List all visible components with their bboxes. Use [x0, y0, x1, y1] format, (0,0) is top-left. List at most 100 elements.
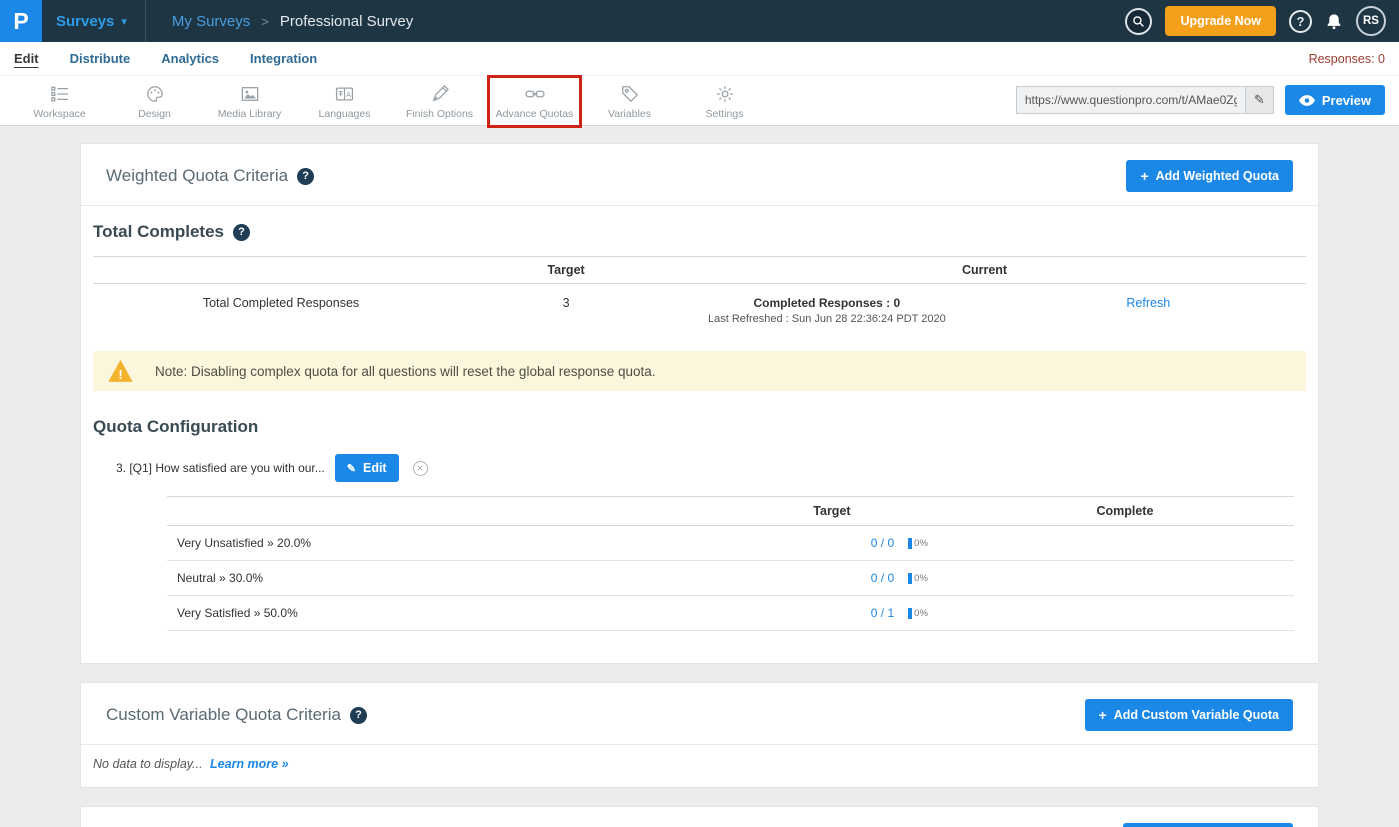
- surveys-product-menu[interactable]: Surveys ▾: [42, 0, 145, 42]
- toolbar-item-media-library[interactable]: Media Library: [202, 84, 297, 120]
- notifications-button[interactable]: [1325, 12, 1343, 31]
- edit-url-button[interactable]: ✎: [1245, 87, 1273, 113]
- help-icon[interactable]: ?: [350, 707, 367, 724]
- refresh-cell: Refresh: [991, 296, 1306, 310]
- refresh-link[interactable]: Refresh: [1126, 296, 1170, 310]
- search-button[interactable]: [1125, 8, 1152, 35]
- survey-url-input[interactable]: [1017, 87, 1245, 113]
- add-advanced-quota-button[interactable]: + Add Advanced Quota: [1123, 823, 1293, 827]
- breadcrumb-current-survey: Professional Survey: [280, 13, 413, 30]
- column-header-target: Target: [469, 263, 663, 277]
- advanced-quota-card: Advanced Quota Control ? + Add Advanced …: [80, 806, 1319, 827]
- workspace-icon: [51, 84, 69, 103]
- total-completes-data-row: Total Completed Responses 3 Completed Re…: [93, 284, 1306, 339]
- custom-variable-quota-header: Custom Variable Quota Criteria ? + Add C…: [81, 683, 1318, 745]
- breadcrumb-separator: >: [261, 14, 269, 29]
- edit-question-quota-button[interactable]: ✎ Edit: [335, 454, 399, 482]
- empty-header-cell: [93, 263, 469, 277]
- quota-target-value: 0 / 1: [871, 606, 894, 620]
- top-navigation-bar: P Surveys ▾ My Surveys > Professional Su…: [0, 0, 1399, 42]
- bell-icon: [1325, 12, 1343, 31]
- quota-percent: 0%: [914, 538, 928, 549]
- current-status-cell: Completed Responses : 0 Last Refreshed :…: [663, 296, 991, 325]
- quota-row-neutral: Neutral » 30.0% 0 / 0 0%: [167, 561, 1294, 596]
- remove-question-quota-icon[interactable]: ✕: [413, 461, 428, 476]
- quota-configuration-section: Quota Configuration 3. [Q1] How satisfie…: [81, 391, 1318, 631]
- toolbar-item-finish-options[interactable]: Finish Options: [392, 84, 487, 120]
- toolbar-item-label: Variables: [608, 108, 651, 120]
- column-header-current: Current: [663, 263, 1306, 277]
- toolbar-item-languages[interactable]: A Languages: [297, 84, 392, 120]
- progress-bar-icon: [908, 573, 912, 584]
- advanced-quota-header: Advanced Quota Control ? + Add Advanced …: [81, 807, 1318, 827]
- tag-icon: [621, 84, 639, 103]
- preview-button[interactable]: Preview: [1285, 85, 1385, 115]
- toolbar-item-variables[interactable]: Variables: [582, 84, 677, 120]
- total-completed-responses-label: Total Completed Responses: [93, 296, 469, 310]
- questionpro-logo[interactable]: P: [0, 0, 42, 42]
- completed-responses-count: Completed Responses : 0: [663, 296, 991, 310]
- custom-variable-quota-card: Custom Variable Quota Criteria ? + Add C…: [80, 682, 1319, 788]
- add-weighted-quota-label: Add Weighted Quota: [1156, 169, 1279, 183]
- topbar-divider: [145, 0, 146, 42]
- total-completes-table: Target Current Total Completed Responses…: [93, 256, 1306, 339]
- tab-edit[interactable]: Edit: [14, 51, 39, 66]
- help-icon[interactable]: ?: [297, 168, 314, 185]
- breadcrumb-my-surveys[interactable]: My Surveys: [172, 13, 250, 30]
- custom-variable-quota-title: Custom Variable Quota Criteria ?: [106, 705, 367, 725]
- column-header-target: Target: [708, 504, 956, 518]
- progress-bar-icon: [908, 608, 912, 619]
- quota-table-header-row: Target Complete: [167, 496, 1294, 526]
- preview-button-label: Preview: [1322, 93, 1371, 108]
- total-completes-header-row: Target Current: [93, 256, 1306, 284]
- quota-configuration-title: Quota Configuration: [93, 417, 1306, 437]
- add-custom-variable-quota-button[interactable]: + Add Custom Variable Quota: [1085, 699, 1294, 731]
- quota-target-cell: 0 / 0 0%: [708, 571, 956, 585]
- search-icon: [1132, 15, 1145, 28]
- pencil-finish-icon: [431, 84, 449, 103]
- toolbar-item-label: Languages: [319, 108, 371, 120]
- edit-pencil-icon: ✎: [347, 462, 356, 475]
- edit-toolbar: Workspace Design Media Library A: [0, 76, 1399, 126]
- toolbar-item-label: Advance Quotas: [496, 108, 574, 120]
- quota-percent: 0%: [914, 573, 928, 584]
- quota-option-label: Very Satisfied » 50.0%: [167, 606, 708, 620]
- add-weighted-quota-button[interactable]: + Add Weighted Quota: [1126, 160, 1293, 192]
- toolbar-item-workspace[interactable]: Workspace: [12, 84, 107, 120]
- toolbar-item-label: Media Library: [218, 108, 282, 120]
- toolbar-right-actions: ✎ Preview: [1016, 85, 1385, 115]
- weighted-quota-title-text: Weighted Quota Criteria: [106, 166, 288, 186]
- add-custom-variable-quota-label: Add Custom Variable Quota: [1114, 708, 1279, 722]
- toolbar-item-design[interactable]: Design: [107, 84, 202, 120]
- surveys-menu-label: Surveys: [56, 13, 114, 30]
- quota-target-value: 0 / 0: [871, 571, 894, 585]
- weighted-quota-card: Weighted Quota Criteria ? + Add Weighted…: [80, 143, 1319, 664]
- tab-analytics[interactable]: Analytics: [161, 51, 219, 66]
- tab-integration[interactable]: Integration: [250, 51, 317, 66]
- eye-icon: [1299, 95, 1315, 106]
- quota-row-very-satisfied: Very Satisfied » 50.0% 0 / 1 0%: [167, 596, 1294, 631]
- warning-icon: !: [107, 359, 134, 383]
- upgrade-now-button[interactable]: Upgrade Now: [1165, 6, 1276, 36]
- help-button[interactable]: ?: [1289, 10, 1312, 33]
- quota-configuration-table: Target Complete Very Unsatisfied » 20.0%…: [167, 496, 1294, 631]
- quota-note-text: Note: Disabling complex quota for all qu…: [155, 364, 656, 379]
- learn-more-link[interactable]: Learn more »: [210, 757, 289, 771]
- survey-tabs: Edit Distribute Analytics Integration: [14, 51, 317, 66]
- chevron-down-icon: ▾: [121, 15, 127, 28]
- last-refreshed-timestamp: Last Refreshed : Sun Jun 28 22:36:24 PDT…: [663, 313, 991, 325]
- toolbar-item-advance-quotas[interactable]: Advance Quotas: [487, 84, 582, 120]
- quota-configuration-title-text: Quota Configuration: [93, 417, 258, 437]
- user-avatar[interactable]: RS: [1356, 6, 1386, 36]
- topbar-actions: Upgrade Now ? RS: [1125, 6, 1399, 36]
- toolbar-item-label: Settings: [706, 108, 744, 120]
- survey-nav-row: Edit Distribute Analytics Integration Re…: [0, 42, 1399, 76]
- tab-distribute[interactable]: Distribute: [70, 51, 131, 66]
- toolbar-item-settings[interactable]: Settings: [677, 84, 772, 120]
- help-icon[interactable]: ?: [233, 224, 250, 241]
- empty-header-cell: [167, 504, 708, 518]
- total-completes-section: Total Completes ? Target Current Total C…: [81, 206, 1318, 339]
- pencil-icon: ✎: [1254, 92, 1265, 108]
- toolbar-item-label: Finish Options: [406, 108, 473, 120]
- quota-percent: 0%: [914, 608, 928, 619]
